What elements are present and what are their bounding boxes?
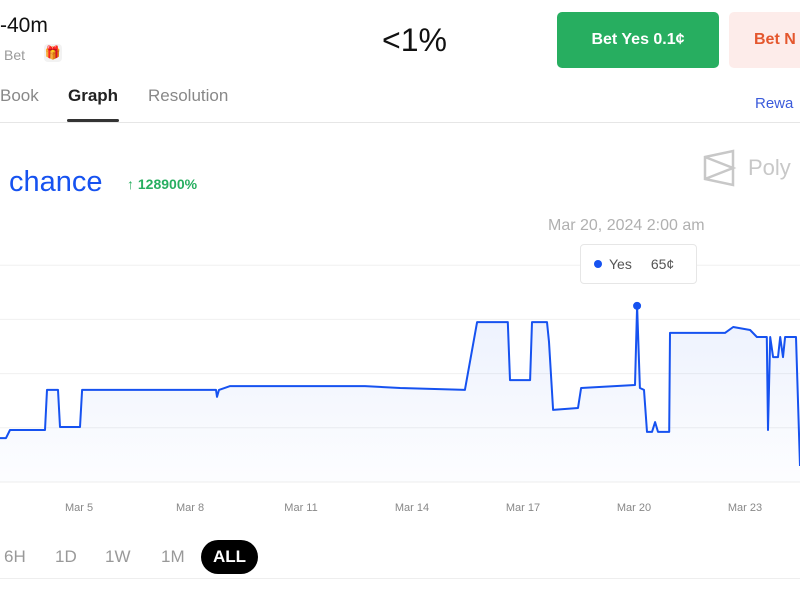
change-badge: ↑ 128900% [127, 176, 198, 192]
brand-text: Poly [748, 155, 791, 180]
tooltip-series: Yes [609, 256, 632, 272]
x-tick-label: Mar 23 [727, 502, 763, 514]
chart-tooltip: Yes 65¢ [580, 244, 697, 284]
divider [0, 122, 800, 123]
x-tick-label: Mar 5 [64, 502, 94, 514]
tab-resolution[interactable]: Resolution [148, 86, 228, 106]
range-all[interactable]: ALL [201, 540, 259, 574]
x-tick-label: Mar 8 [175, 502, 205, 514]
tab-graph[interactable]: Graph [68, 86, 118, 106]
bet-yes-button[interactable]: Bet Yes 0.1¢ [557, 12, 719, 68]
bet-no-button[interactable]: Bet N [729, 12, 800, 68]
brand-watermark: Poly [703, 149, 791, 187]
x-tick-label: Mar 11 [284, 502, 318, 514]
series-dot-icon [594, 260, 602, 268]
market-title: -40m [0, 14, 48, 37]
range-1m[interactable]: 1M [161, 547, 185, 567]
tab-book[interactable]: Book [0, 86, 39, 106]
range-6h[interactable]: 6H [4, 547, 26, 567]
x-tick-label: Mar 17 [505, 502, 541, 514]
price-display: <1% [382, 22, 447, 58]
x-tick-label: Mar 20 [616, 502, 652, 514]
polymarket-logo-icon [703, 149, 737, 187]
hover-point [633, 301, 642, 310]
range-1d[interactable]: 1D [55, 547, 77, 567]
chance-label: chance [9, 166, 103, 198]
divider [0, 578, 800, 579]
range-1w[interactable]: 1W [105, 547, 131, 567]
x-tick-label: Mar 14 [394, 502, 430, 514]
tooltip-date: Mar 20, 2024 2:00 am [548, 217, 705, 234]
gift-icon[interactable]: 🎁 [44, 44, 62, 62]
tooltip-value: 65¢ [650, 256, 675, 272]
market-subtitle: Bet [4, 47, 26, 63]
rewards-link[interactable]: Rewa [755, 95, 793, 112]
